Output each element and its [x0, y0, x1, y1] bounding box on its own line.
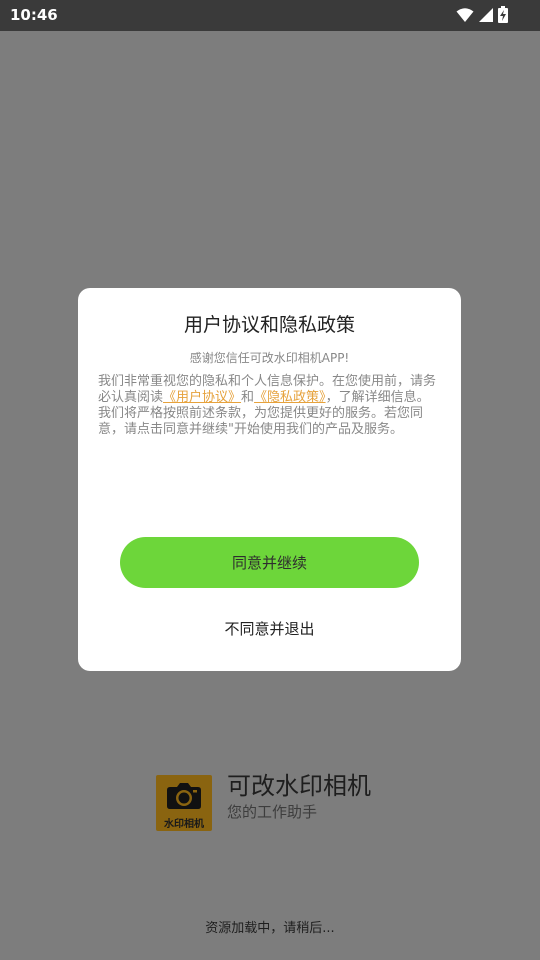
status-icons [456, 6, 508, 23]
privacy-dialog: 用户协议和隐私政策 感谢您信任可改水印相机APP! 我们非常重视您的隐私和个人信… [78, 288, 461, 671]
logo-text: 水印相机 [164, 819, 204, 830]
signal-icon [478, 7, 494, 23]
dialog-body: 我们非常重视您的隐私和个人信息保护。在您使用前，请务必认真阅读《用户协议》和《隐… [98, 374, 440, 438]
camera-icon [167, 783, 201, 813]
battery-charging-icon [498, 6, 508, 23]
screen: 10:46 水印相机 可改水印相机 您的工作助手 资源加载中，请稍后... 用户… [0, 0, 540, 960]
user-agreement-link[interactable]: 《用户协议》 [163, 390, 241, 405]
app-logo: 水印相机 [156, 775, 212, 831]
app-name: 可改水印相机 [227, 772, 371, 800]
body-text-2: 和 [241, 390, 255, 405]
dialog-subtitle: 感谢您信任可改水印相机APP! [189, 351, 350, 365]
wifi-icon [456, 7, 474, 23]
disagree-button[interactable]: 不同意并退出 [78, 618, 461, 639]
dialog-title: 用户协议和隐私政策 [183, 314, 355, 336]
agree-button[interactable]: 同意并继续 [120, 537, 419, 588]
loading-text: 资源加载中，请稍后... [205, 921, 335, 936]
status-time: 10:46 [10, 6, 58, 24]
privacy-policy-link[interactable]: 《隐私政策》 [254, 390, 326, 405]
status-bar: 10:46 [0, 0, 540, 31]
app-tagline: 您的工作助手 [227, 803, 318, 821]
